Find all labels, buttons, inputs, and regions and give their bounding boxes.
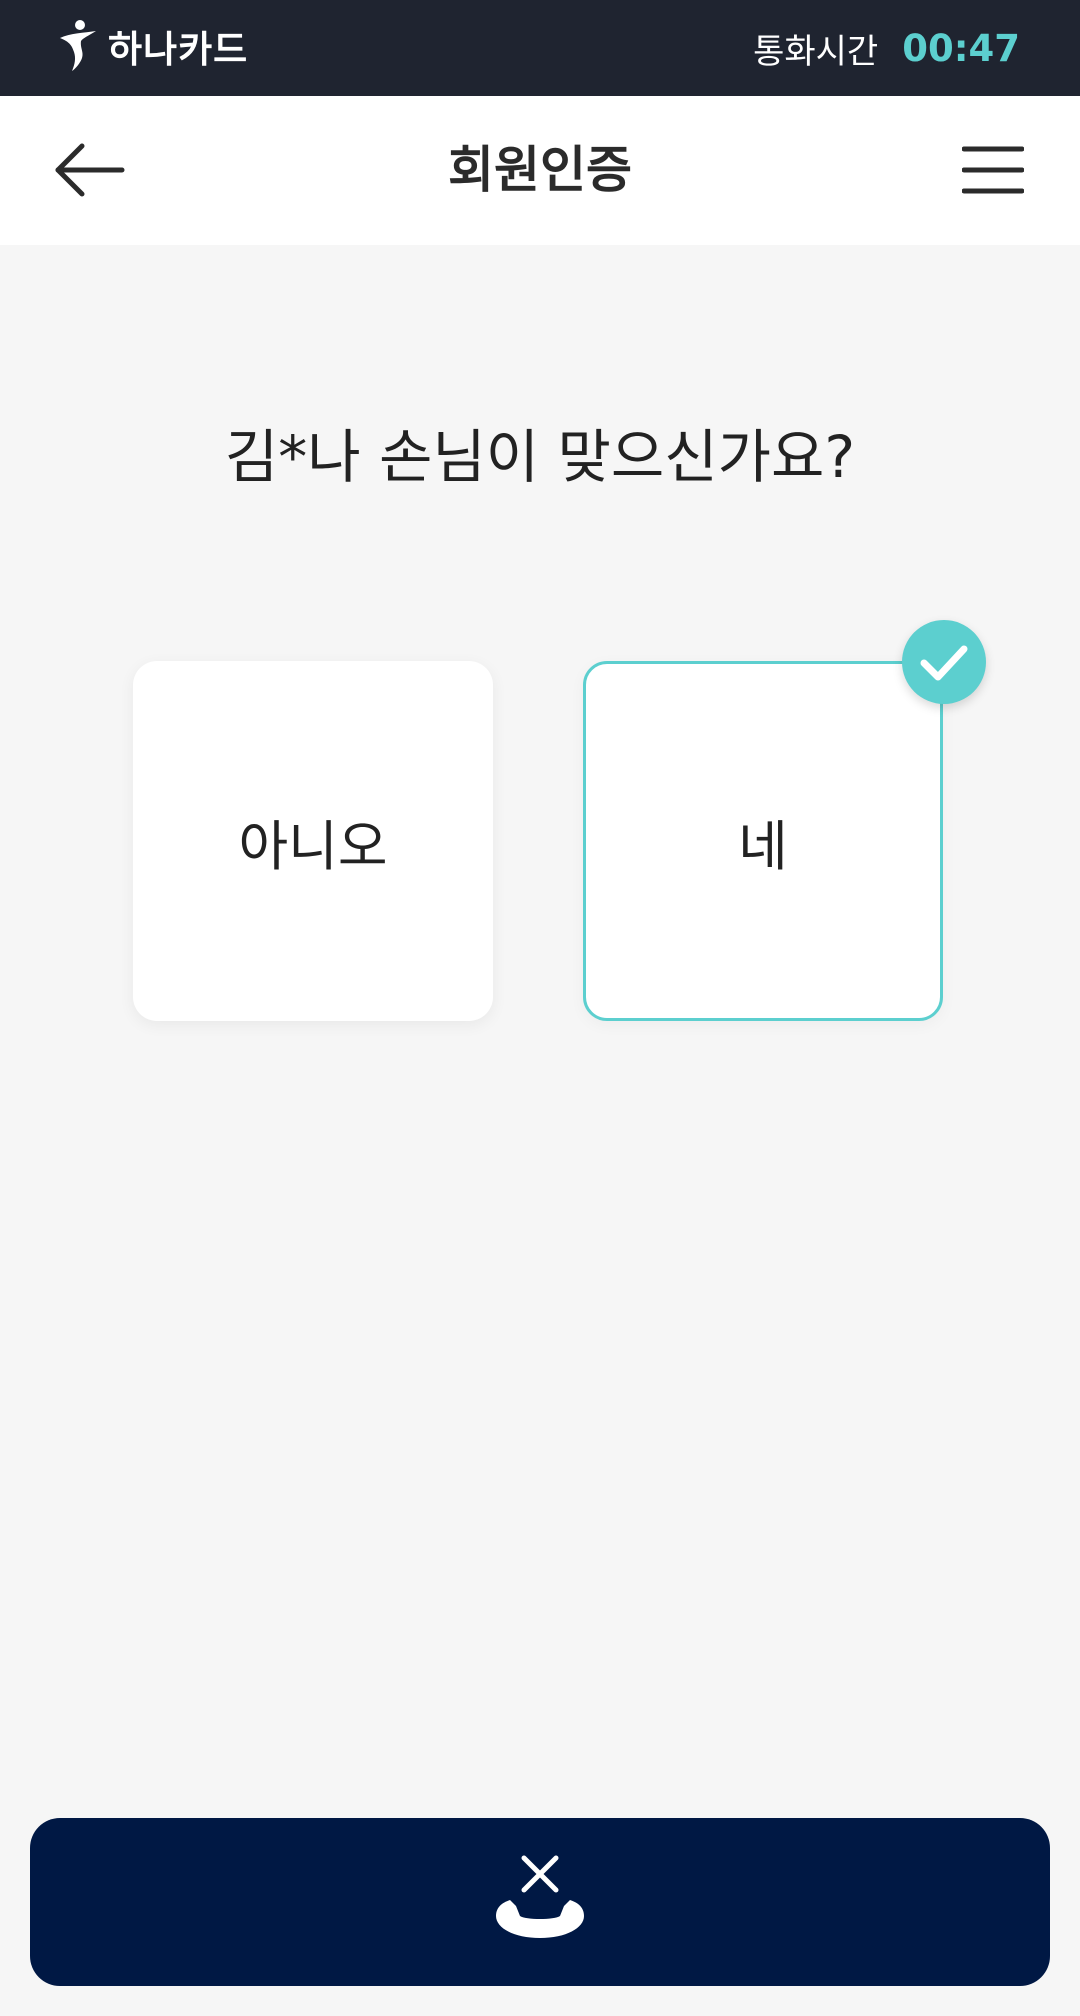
verification-question: 김*나 손님이 맞으신가요? xyxy=(224,423,856,491)
header: 회원인증 xyxy=(0,96,1080,245)
page-title: 회원인증 xyxy=(448,141,632,199)
end-call-icon xyxy=(496,1855,584,1938)
end-call-button[interactable] xyxy=(30,1818,1050,1986)
option-no-label: 아니오 xyxy=(238,814,388,878)
option-yes-button[interactable]: 네 xyxy=(583,661,943,1021)
option-yes-label: 네 xyxy=(738,814,788,878)
status-bar: 하나카드 통화시간 00:47 xyxy=(0,0,1080,96)
call-timer: 통화시간 00:47 xyxy=(753,0,1020,96)
brand-name: 하나카드 xyxy=(108,28,249,71)
selected-check-badge xyxy=(902,620,986,704)
hana-logo-icon xyxy=(60,20,96,71)
check-icon xyxy=(920,645,968,681)
back-button[interactable] xyxy=(50,138,130,202)
option-no-button[interactable]: 아니오 xyxy=(133,661,493,1021)
call-time-label: 통화시간 xyxy=(753,31,879,72)
menu-button[interactable] xyxy=(961,144,1025,196)
call-time-value: 00:47 xyxy=(902,26,1020,70)
hamburger-menu-icon xyxy=(961,146,1025,194)
brand: 하나카드 xyxy=(58,18,248,74)
arrow-left-icon xyxy=(55,143,125,197)
